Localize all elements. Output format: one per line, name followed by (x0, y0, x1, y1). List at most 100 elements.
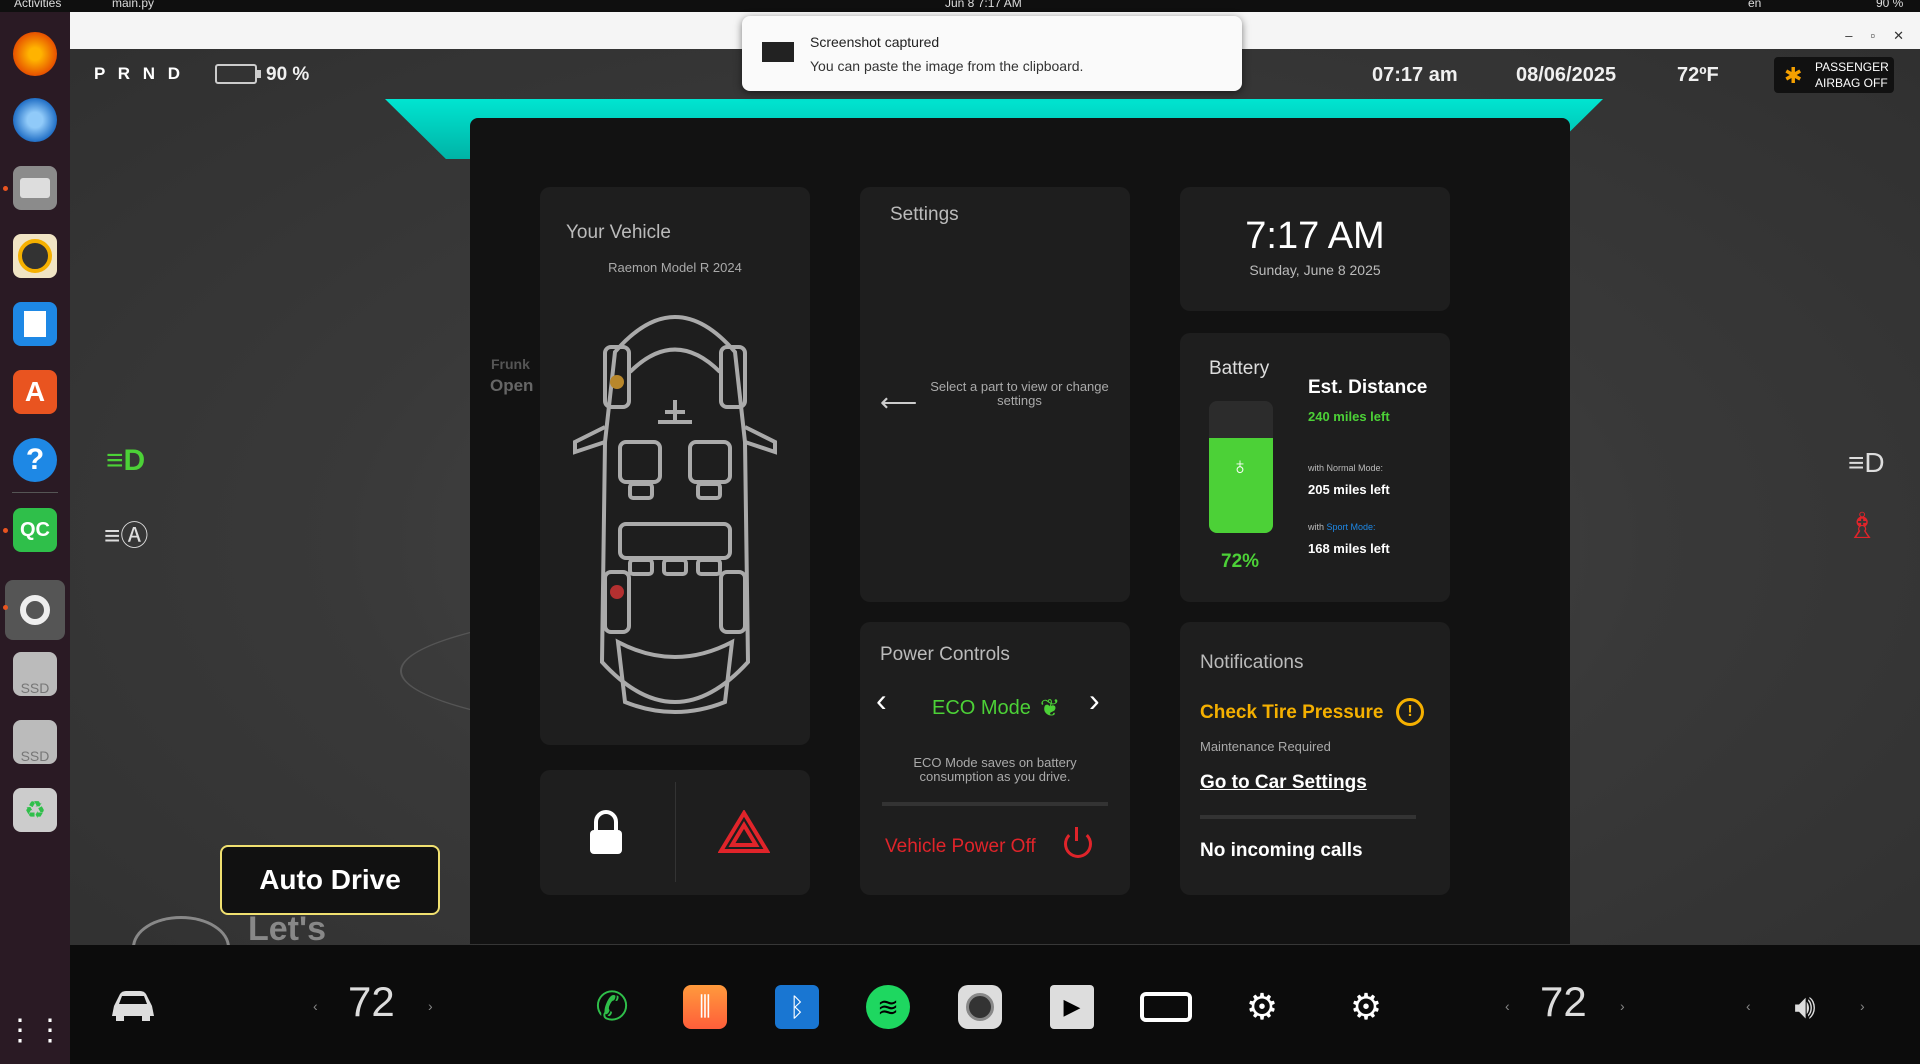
sport-mode-value: 168 miles left (1308, 541, 1390, 556)
system-top-bar: Activities main.py Jun 8 7:17 AM en 90 % (0, 0, 1920, 12)
door-indicator-front-left (610, 375, 624, 389)
phone-icon[interactable]: ✆ (590, 985, 634, 1029)
airbag-icon: ✱ (1784, 63, 1803, 88)
help-icon[interactable]: ? (13, 438, 57, 482)
auto-headlight-icon[interactable]: ≡Ⓐ (104, 514, 148, 554)
qtcreator-icon[interactable]: QC (13, 508, 57, 552)
mode-description: ECO Mode saves on battery consumption as… (913, 755, 1077, 784)
temp-right: 72 (1540, 978, 1587, 1025)
system-clock[interactable]: Jun 8 7:17 AM (945, 0, 1022, 10)
auto-drive-button[interactable]: Auto Drive (220, 845, 440, 915)
leaf-icon: ♁ (1231, 453, 1249, 480)
minimize-icon[interactable]: – (1845, 28, 1852, 44)
divider (1200, 815, 1416, 819)
airbag-indicator: ✱ PASSENGER AIRBAG OFF (1774, 57, 1894, 93)
ssd-drive-icon[interactable]: SSD (13, 652, 57, 696)
car-topview-diagram[interactable] (570, 292, 780, 732)
volume-icon[interactable]: 🔊︎ (1780, 985, 1830, 1029)
normal-mode-label: Normal Mode: (1326, 463, 1384, 473)
temp-left: 72 (348, 978, 395, 1025)
est-distance-value: 240 miles left (1308, 409, 1390, 424)
system-battery[interactable]: 90 % (1876, 0, 1903, 10)
settings-title: Settings (890, 204, 959, 225)
software-center-icon[interactable]: A (13, 370, 57, 414)
sport-mode-label: Sport Mode: (1326, 522, 1376, 532)
settings-icon[interactable] (5, 580, 65, 640)
activities-button[interactable]: Activities (14, 0, 61, 10)
clock-time: 7:17 AM (1245, 215, 1385, 257)
headlight-icon[interactable]: ≡D (106, 444, 145, 478)
car-settings-icon[interactable]: ⚙ (1232, 985, 1292, 1029)
trash-icon[interactable]: ♻ (13, 788, 57, 832)
vehicle-title: Your Vehicle (566, 222, 671, 243)
bluetooth-icon[interactable]: ᛒ (775, 985, 819, 1029)
gear-selector[interactable]: P R N D (94, 64, 184, 84)
vehicle-model: Raemon Model R 2024 (608, 260, 742, 275)
mode-prev-button[interactable]: ‹ (876, 682, 887, 719)
notifications-title: Notifications (1200, 652, 1304, 673)
close-icon[interactable]: ✕ (1893, 28, 1904, 44)
power-off-button[interactable]: Vehicle Power Off (885, 836, 1036, 858)
power-icon[interactable] (1064, 827, 1092, 858)
volume-down[interactable]: ‹ (1746, 998, 1751, 1014)
files-icon[interactable] (13, 166, 57, 210)
tire-pressure-alert: Check Tire Pressure (1200, 702, 1384, 723)
voice-memo-icon[interactable]: ⫼ (683, 985, 727, 1029)
frunk-label: Frunk (491, 356, 530, 372)
fog-light-icon[interactable]: ≡D (1848, 447, 1885, 479)
hazard-icon[interactable] (718, 810, 770, 854)
toast-body: You can paste the image from the clipboa… (810, 58, 1084, 74)
thunderbird-icon[interactable] (13, 98, 57, 142)
header-time: 07:17 am (1372, 64, 1458, 86)
header-battery-pct: 90 % (266, 64, 310, 85)
firefox-icon[interactable] (13, 32, 57, 76)
car-settings-icon-2[interactable]: ⚙ (1336, 985, 1396, 1029)
temp-right-up[interactable]: › (1620, 998, 1625, 1014)
auto-drive-subtitle: Let's (248, 910, 326, 948)
battery-level: 72% (1221, 551, 1260, 572)
power-title: Power Controls (880, 644, 1010, 665)
lock-icon[interactable] (588, 810, 624, 856)
normal-prefix: with (1308, 463, 1325, 473)
temp-left-down[interactable]: ‹ (313, 998, 318, 1014)
arrow-left-icon: ⟵ (880, 387, 918, 417)
car-settings-link[interactable]: Go to Car Settings (1200, 772, 1367, 794)
battery-app-icon[interactable] (1140, 992, 1192, 1022)
temp-right-down[interactable]: ‹ (1505, 998, 1510, 1014)
screenshot-toast[interactable]: Screenshot captured You can paste the im… (742, 16, 1242, 91)
show-apps-icon[interactable]: ⋮⋮ (5, 1008, 65, 1052)
car-icon[interactable] (110, 988, 156, 1022)
spotify-icon[interactable]: ≋ (866, 985, 910, 1029)
header-date: 08/06/2025 (1516, 64, 1617, 86)
toast-title: Screenshot captured (810, 34, 940, 50)
tire-pressure-icon: ! (1396, 698, 1424, 726)
video-icon[interactable]: ▶ (1050, 985, 1094, 1029)
quick-actions-card (540, 770, 810, 895)
maximize-icon[interactable]: ▫ (1870, 28, 1875, 44)
header-temperature: 72ºF (1677, 64, 1719, 86)
vehicle-card: Your Vehicle Raemon Model R 2024 (540, 187, 810, 745)
writer-icon[interactable] (13, 302, 57, 346)
power-controls-card: Power Controls ‹ ECO Mode ❦ › ECO Mode s… (860, 622, 1130, 895)
settings-card: Settings ⟵ Select a part to view or chan… (860, 187, 1130, 602)
mode-next-button[interactable]: › (1089, 682, 1100, 719)
dock: A ? QC SSD SSD ♻ ⋮⋮ (0, 12, 70, 1064)
drive-mode-label: ECO Mode (932, 697, 1031, 719)
normal-mode-value: 205 miles left (1308, 482, 1390, 497)
battery-card: Battery ♁ 72% Est. Distance 240 miles le… (1180, 333, 1450, 602)
calls-status: No incoming calls (1200, 840, 1363, 861)
ssd-drive-icon-2[interactable]: SSD (13, 720, 57, 764)
screenshot-thumbnail-icon (762, 42, 794, 62)
app-menu[interactable]: main.py (112, 0, 154, 10)
rhythmbox-icon[interactable] (13, 234, 57, 278)
est-distance-title: Est. Distance (1308, 377, 1428, 398)
volume-up[interactable]: › (1860, 998, 1865, 1014)
settings-hint: Select a part to view or change settings (930, 379, 1109, 408)
battery-icon (215, 64, 261, 84)
clock-card: 7:17 AM Sunday, June 8 2025 (1180, 187, 1450, 311)
temp-left-up[interactable]: › (428, 998, 433, 1014)
input-locale[interactable]: en (1748, 0, 1761, 10)
sport-prefix: with (1308, 522, 1325, 532)
battery-gauge: ♁ (1209, 401, 1273, 533)
camera-icon[interactable] (958, 985, 1002, 1029)
